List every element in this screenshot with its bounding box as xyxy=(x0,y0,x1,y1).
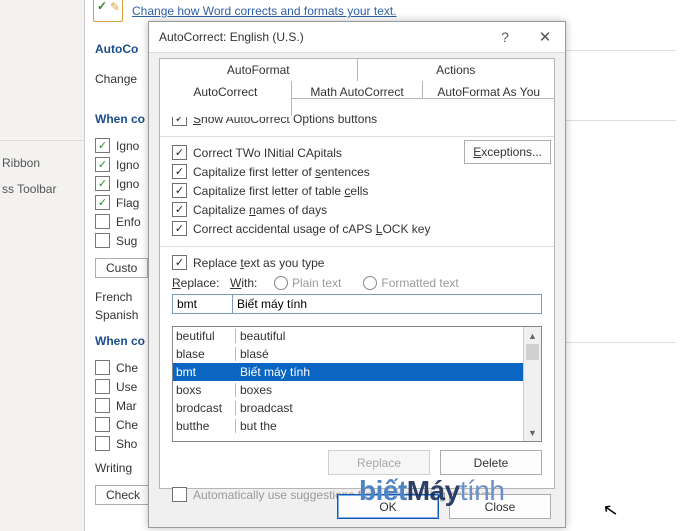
bg2-chk-1[interactable] xyxy=(95,379,110,394)
bg-chk-3[interactable] xyxy=(95,195,110,210)
replace-input[interactable] xyxy=(172,294,232,314)
radio-plain[interactable]: Plain text xyxy=(274,276,341,290)
writing-style-label: Writing xyxy=(95,461,132,475)
list-row[interactable]: beutifulbeautiful xyxy=(173,327,541,345)
proofing-description: Change how Word corrects and formats you… xyxy=(132,4,397,18)
bg2-chk-0[interactable] xyxy=(95,360,110,375)
list-row[interactable]: blaseblasé xyxy=(173,345,541,363)
list-row[interactable]: boxsboxes xyxy=(173,381,541,399)
dialog-title: AutoCorrect: English (U.S.) xyxy=(159,30,485,44)
list-row[interactable]: brodcastbroadcast xyxy=(173,399,541,417)
abc-check-icon xyxy=(93,0,123,22)
lbl-cap-table: Capitalize first letter of table cells xyxy=(193,184,368,198)
exceptions-button[interactable]: Exceptions... xyxy=(464,140,551,164)
bg-chk-1[interactable] xyxy=(95,157,110,172)
chk-auto-spell[interactable] xyxy=(172,487,187,502)
list-row[interactable]: butthebut the xyxy=(173,417,541,435)
replace-label: Replace: xyxy=(172,276,220,290)
scroll-up-icon[interactable]: ▲ xyxy=(524,327,541,344)
options-nav-sidebar: Ribbon ss Toolbar xyxy=(0,0,85,531)
bg2-chk-3[interactable] xyxy=(95,417,110,432)
scroll-down-icon[interactable]: ▼ xyxy=(524,424,541,441)
with-input[interactable] xyxy=(232,294,542,314)
chk-replace-as-type[interactable] xyxy=(172,255,187,270)
delete-button[interactable]: Delete xyxy=(440,450,542,475)
chk-two-initial[interactable] xyxy=(172,145,187,160)
nav-item-toolbar[interactable]: ss Toolbar xyxy=(0,176,84,202)
replacements-list[interactable]: beutifulbeautifulblaseblasébmtBiết máy t… xyxy=(172,326,542,442)
bg2-chk-4[interactable] xyxy=(95,436,110,451)
radio-formatted[interactable]: Formatted text xyxy=(363,276,458,290)
bg2-chk-2[interactable] xyxy=(95,398,110,413)
scroll-thumb[interactable] xyxy=(526,344,539,360)
tab-autocorrect[interactable]: AutoCorrect xyxy=(160,81,292,117)
divider-2 xyxy=(160,246,554,247)
list-row[interactable]: bmtBiết máy tính xyxy=(173,363,541,381)
lbl-replace-as-type: Replace text as you type xyxy=(193,256,324,270)
nav-item-3[interactable] xyxy=(0,202,84,214)
chk-cap-days[interactable] xyxy=(172,202,187,217)
lbl-cap-days: Capitalize names of days xyxy=(193,203,327,217)
ok-button[interactable]: OK xyxy=(337,494,439,519)
tab-autoformat[interactable]: AutoFormat xyxy=(160,59,358,81)
help-button[interactable]: ? xyxy=(485,22,525,52)
with-label: With: xyxy=(230,276,264,290)
custom-dict-button[interactable]: Custo xyxy=(95,258,148,278)
chk-capslock[interactable] xyxy=(172,221,187,236)
nav-item-ribbon[interactable]: Ribbon xyxy=(0,150,84,176)
chk-cap-sentence[interactable] xyxy=(172,164,187,179)
bg-chk-5[interactable] xyxy=(95,233,110,248)
bg-chk-2[interactable] xyxy=(95,176,110,191)
replace-button: Replace xyxy=(328,450,430,475)
chk-cap-table[interactable] xyxy=(172,183,187,198)
spanish-modes-label: Spanish xyxy=(95,308,138,322)
close-button[interactable]: Close xyxy=(449,494,551,519)
divider xyxy=(160,136,554,137)
french-modes-label: French xyxy=(95,290,132,304)
lbl-capslock: Correct accidental usage of cAPS LOCK ke… xyxy=(193,222,430,236)
autocorrect-dialog: AutoCorrect: English (U.S.) ? ✕ AutoForm… xyxy=(148,21,566,528)
lbl-two-initial: Correct TWo INitial CApitals xyxy=(193,146,342,160)
check-doc-button[interactable]: Check xyxy=(95,485,151,505)
bg-chk-4[interactable] xyxy=(95,214,110,229)
bg-chk-0[interactable] xyxy=(95,138,110,153)
close-icon[interactable]: ✕ xyxy=(525,22,565,52)
tab-actions[interactable]: Actions xyxy=(358,59,555,81)
dialog-titlebar[interactable]: AutoCorrect: English (U.S.) ? ✕ xyxy=(149,22,565,53)
lbl-cap-sentence: Capitalize first letter of sentences xyxy=(193,165,370,179)
list-scrollbar[interactable]: ▲ ▼ xyxy=(523,327,541,441)
